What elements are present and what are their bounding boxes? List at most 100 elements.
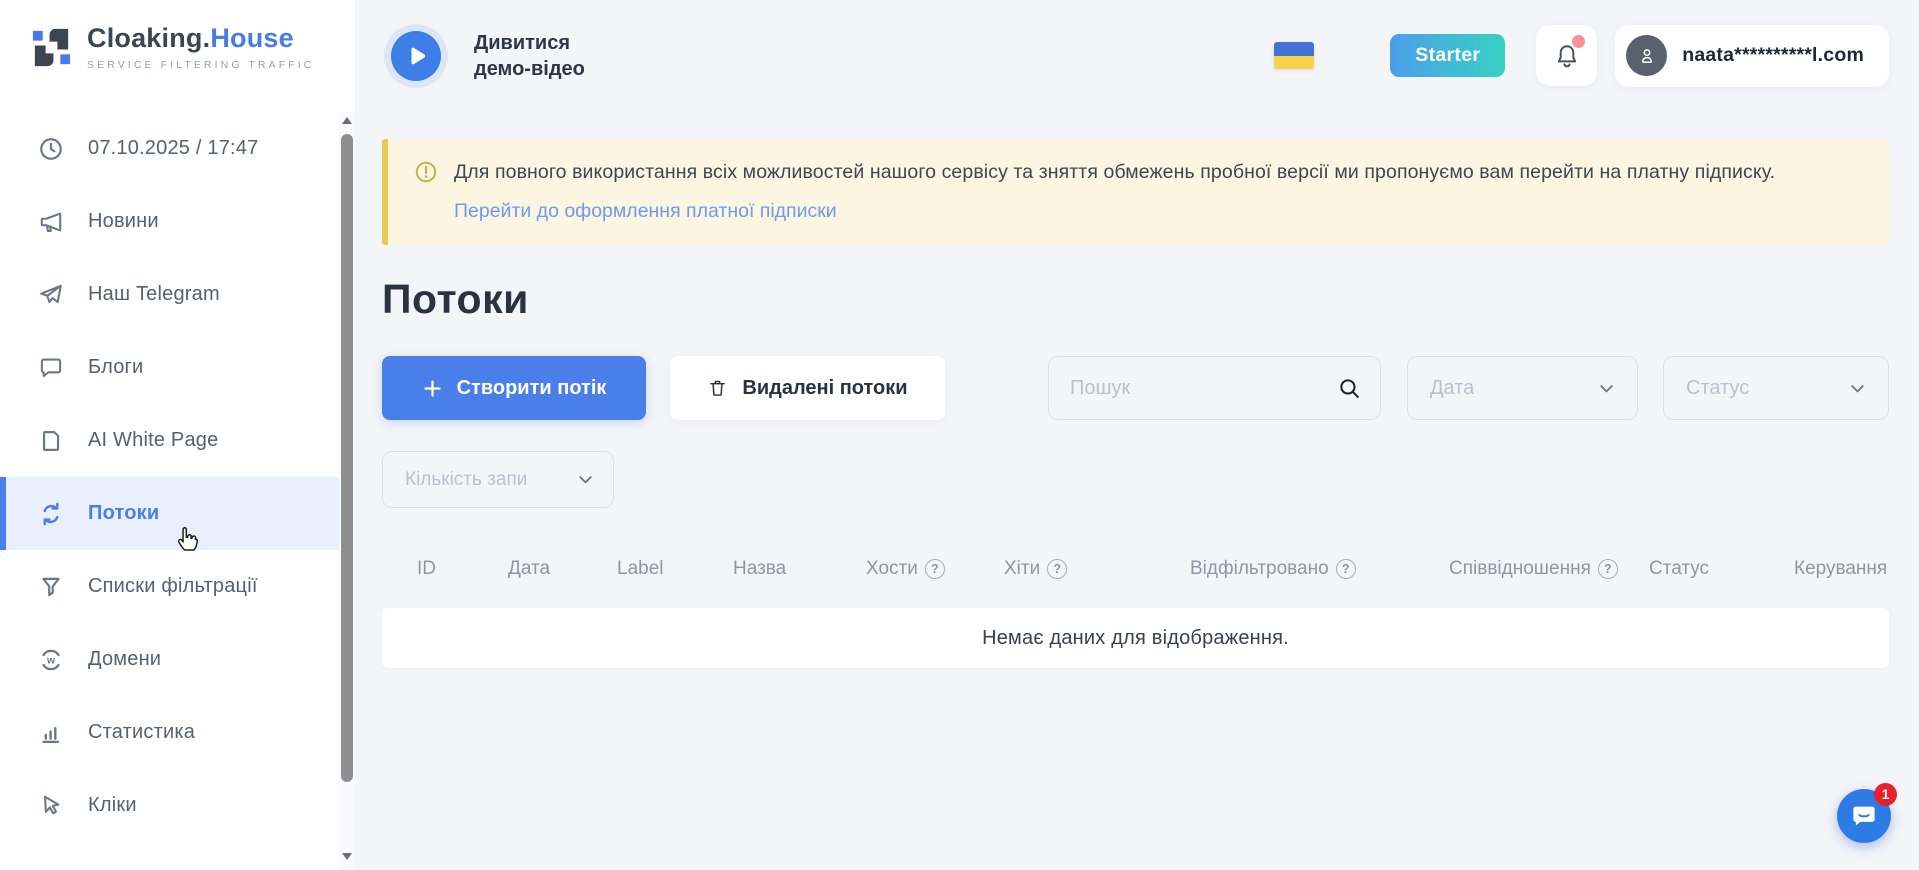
avatar: [1626, 35, 1667, 76]
help-icon[interactable]: ?: [1598, 559, 1618, 579]
notification-dot: [1572, 35, 1585, 48]
brand-logo[interactable]: Cloaking.House SERVICE FILTERING TRAFFIC: [0, 0, 355, 71]
topbar: Дивитися демо-відео Starter naata*******…: [382, 0, 1889, 111]
column-header-label: Label: [617, 558, 733, 580]
sidebar-item-label: Новини: [88, 210, 159, 233]
help-icon[interactable]: ?: [1047, 559, 1067, 579]
sidebar-item-label: Списки фільтрації: [88, 575, 258, 598]
sidebar-item-label: Блоги: [88, 356, 143, 379]
sidebar-item-ai-white-page[interactable]: AI White Page: [0, 404, 339, 477]
brand-text: Cloaking.House SERVICE FILTERING TRAFFIC: [87, 24, 314, 71]
scrollbar-up-arrow[interactable]: [339, 112, 355, 128]
per-page-label: Кількість запи: [405, 469, 527, 491]
sidebar-item-label: 07.10.2025 / 17:47: [88, 137, 258, 160]
chat-widget-button[interactable]: 1: [1837, 789, 1891, 843]
search-box: [1048, 356, 1381, 420]
banner-message: Для повного використання всіх можливосте…: [454, 159, 1819, 185]
sidebar-item-streams[interactable]: Потоки: [0, 477, 339, 550]
scrollbar-down-arrow[interactable]: [339, 848, 355, 864]
page-icon: [38, 428, 64, 454]
search-icon[interactable]: [1337, 376, 1362, 401]
user-email: naata**********l.com: [1682, 44, 1864, 67]
search-input[interactable]: [1049, 357, 1380, 419]
per-page-select[interactable]: Кількість запи: [382, 451, 614, 508]
column-label: ID: [417, 558, 436, 580]
brand-name-accent: House: [210, 23, 294, 53]
chevron-down-icon: [1846, 377, 1869, 400]
chevron-down-icon: [1595, 377, 1618, 400]
funnel-icon: [38, 574, 64, 600]
trash-icon: [707, 378, 728, 399]
demo-video-label[interactable]: Дивитися демо-відео: [474, 30, 604, 82]
help-icon[interactable]: ?: [1336, 559, 1356, 579]
notifications-button[interactable]: [1536, 25, 1597, 86]
sidebar-item-label: Потоки: [88, 502, 159, 525]
cursor-icon: [38, 793, 64, 819]
deleted-streams-label: Видалені потоки: [742, 377, 907, 400]
column-header-filtered: Відфільтровано?: [1190, 558, 1449, 580]
column-header-ratio: Співвідношення?: [1449, 558, 1649, 580]
column-label: Статус: [1649, 558, 1709, 580]
column-label: Співвідношення: [1449, 558, 1591, 580]
warning-icon: [414, 160, 438, 184]
column-header-id: ID: [417, 558, 508, 580]
chat-bubble-icon: [38, 355, 64, 381]
plan-badge[interactable]: Starter: [1390, 34, 1505, 77]
chat-unread-badge: 1: [1874, 783, 1897, 806]
megaphone-icon: [38, 209, 64, 235]
sidebar-item-statistics[interactable]: Статистика: [0, 696, 339, 769]
sidebar-item-clicks[interactable]: Кліки: [0, 769, 339, 842]
column-header-date: Дата: [508, 558, 617, 580]
brand-tagline: SERVICE FILTERING TRAFFIC: [87, 59, 314, 71]
column-label: Відфільтровано: [1190, 558, 1329, 580]
user-menu[interactable]: naata**********l.com: [1615, 25, 1889, 87]
column-label: Хости: [866, 558, 918, 580]
main-area: Дивитися демо-відео Starter naata*******…: [355, 0, 1919, 870]
deleted-streams-button[interactable]: Видалені потоки: [670, 356, 945, 420]
brand-name: Cloaking.: [87, 23, 210, 53]
person-icon: [1635, 44, 1659, 68]
sync-icon: [38, 501, 64, 527]
sidebar-item-filter-lists[interactable]: Списки фільтрації: [0, 550, 339, 623]
language-flag-ukraine[interactable]: [1274, 42, 1314, 69]
chevron-down-icon: [574, 468, 597, 491]
column-header-status: Статус: [1649, 558, 1794, 580]
sidebar-item-domains[interactable]: wДомени: [0, 623, 339, 696]
column-label: Label: [617, 558, 664, 580]
sidebar-item-datetime: 07.10.2025 / 17:47: [0, 112, 339, 185]
plus-icon: [422, 378, 443, 399]
clock-icon: [38, 136, 64, 162]
upgrade-subscription-link[interactable]: Перейти до оформлення платної підписки: [454, 200, 837, 223]
date-filter-select[interactable]: Дата: [1407, 356, 1638, 420]
column-header-manage: Керування: [1794, 558, 1889, 580]
sidebar-item-label: Статистика: [88, 721, 195, 744]
domain-icon: w: [38, 647, 64, 673]
page-title: Потоки: [382, 276, 1889, 323]
brand-logo-icon: [28, 24, 75, 71]
sidebar-item-telegram[interactable]: Наш Telegram: [0, 258, 339, 331]
status-filter-select[interactable]: Статус: [1663, 356, 1889, 420]
sidebar-nav: 07.10.2025 / 17:47 Новини Наш Telegram Блог…: [0, 112, 339, 842]
per-page-row: Кількість запи: [382, 451, 1889, 508]
trial-warning-banner: Для повного використання всіх можливосте…: [382, 139, 1889, 245]
date-filter-label: Дата: [1430, 377, 1474, 400]
table-empty-state: Немає даних для відображення.: [382, 608, 1889, 668]
sidebar-item-label: Кліки: [88, 794, 137, 817]
chat-widget-icon: [1849, 801, 1879, 831]
column-label: Назва: [733, 558, 786, 580]
create-stream-button[interactable]: Створити потік: [382, 356, 646, 420]
status-filter-label: Статус: [1686, 377, 1749, 400]
sidebar-item-blogs[interactable]: Блоги: [0, 331, 339, 404]
sidebar-item-news[interactable]: Новини: [0, 185, 339, 258]
demo-video-play-button[interactable]: [384, 24, 448, 88]
scrollbar-thumb[interactable]: [341, 134, 353, 782]
play-circle: [391, 31, 441, 81]
sidebar-scrollbar[interactable]: [339, 112, 355, 870]
sidebar-item-label: AI White Page: [88, 429, 218, 452]
column-header-hits: Хіти?: [1004, 558, 1190, 580]
column-label: Керування: [1794, 558, 1887, 580]
create-stream-label: Створити потік: [457, 377, 607, 400]
sidebar: Cloaking.House SERVICE FILTERING TRAFFIC…: [0, 0, 355, 870]
help-icon[interactable]: ?: [925, 559, 945, 579]
telegram-icon: [38, 282, 64, 308]
